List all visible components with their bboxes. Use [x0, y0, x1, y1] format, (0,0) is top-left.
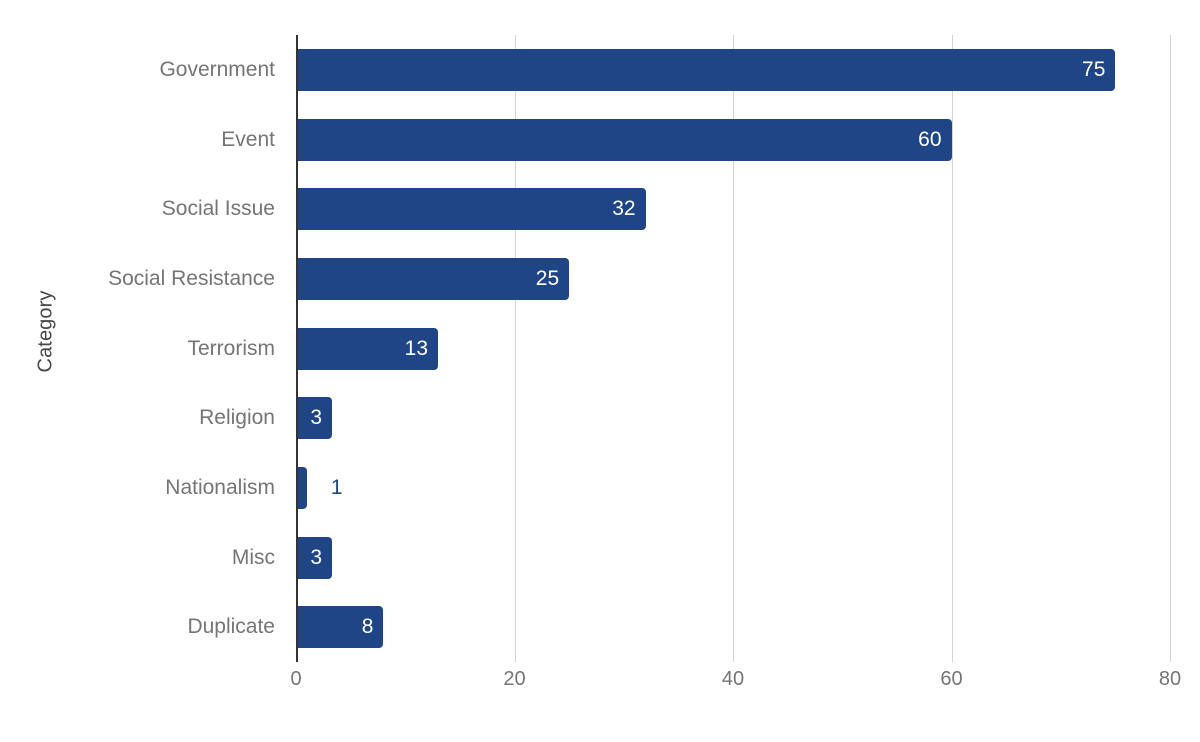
y-axis-tick-label: Government: [159, 57, 275, 81]
y-axis-tick-label: Nationalism: [165, 475, 275, 499]
y-axis-tick-label: Misc: [231, 545, 275, 569]
bar[interactable]: 13: [296, 327, 439, 370]
bar-value-label: 8: [361, 615, 374, 639]
bar-row[interactable]: 32: [296, 188, 1170, 231]
bar-value-label: 3: [310, 545, 322, 569]
bar-series: 75 60 32 25 13 3 1 3 8: [296, 35, 1170, 662]
bar[interactable]: 75: [296, 48, 1116, 91]
x-axis-tick-labels: 0 20 40 60 80: [290, 668, 1186, 708]
bar-row[interactable]: 75: [296, 48, 1170, 91]
bar-value-label: 25: [535, 266, 560, 290]
bar-row[interactable]: 8: [296, 606, 1170, 649]
bar-value-label: 3: [310, 406, 322, 430]
x-axis-tick-label: 20: [503, 668, 526, 690]
x-axis-tick-label: 60: [940, 668, 963, 690]
x-axis-tick-label: 80: [1158, 668, 1182, 690]
plot-area: 75 60 32 25 13 3 1 3 8: [296, 35, 1171, 662]
gridline-80: [1170, 35, 1171, 662]
y-axis-tick-label: Duplicate: [187, 615, 275, 639]
bar[interactable]: 8: [296, 606, 384, 649]
bar-value-label: 60: [918, 127, 942, 151]
bar-row[interactable]: 25: [296, 257, 1170, 300]
x-axis-tick-label: 0: [290, 668, 302, 690]
y-axis-tick-label: Social Resistance: [108, 266, 275, 290]
bar-value-label: 32: [612, 197, 636, 221]
bar-value-label: 1: [330, 475, 343, 499]
bar-row[interactable]: 1: [296, 466, 1170, 509]
bar[interactable]: 32: [296, 188, 646, 231]
y-axis-tick-label: Terrorism: [187, 336, 276, 360]
bar[interactable]: 3: [296, 536, 332, 579]
bar[interactable]: 60: [296, 118, 952, 161]
y-axis-tick-labels: Government Event Social Issue Social Resist…: [0, 35, 286, 662]
y-axis-tick-label: Social Issue: [161, 197, 275, 221]
x-axis-tick-label: 40: [721, 668, 745, 690]
y-axis-tick-label: Religion: [199, 406, 275, 430]
bar-row[interactable]: 13: [296, 327, 1170, 370]
bar-row[interactable]: 3: [296, 536, 1170, 579]
bar-value-label: 13: [404, 336, 429, 360]
bar[interactable]: 25: [296, 257, 570, 300]
bar-row[interactable]: 60: [296, 118, 1170, 161]
y-axis-line: [296, 35, 298, 662]
bar-value-label: 75: [1082, 57, 1106, 81]
bar-chart: Category Government Event Social Issue Soci…: [0, 0, 1200, 742]
bar[interactable]: 3: [296, 397, 332, 440]
y-axis-tick-label: Event: [221, 127, 275, 151]
bar-row[interactable]: 3: [296, 397, 1170, 440]
